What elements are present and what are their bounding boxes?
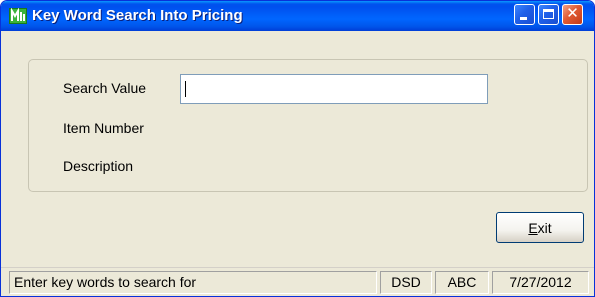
status-user-code: ABC bbox=[435, 271, 489, 294]
description-label: Description bbox=[63, 158, 134, 174]
title-bar[interactable]: Key Word Search Into Pricing ✕ bbox=[1, 1, 594, 31]
close-button[interactable]: ✕ bbox=[562, 4, 583, 25]
search-dialog-window: Key Word Search Into Pricing ✕ Search Va… bbox=[0, 0, 595, 297]
status-date: 7/27/2012 bbox=[492, 271, 589, 294]
minimize-icon bbox=[520, 17, 527, 20]
status-bar: Enter key words to search for DSD ABC 7/… bbox=[1, 267, 594, 296]
status-company-code: DSD bbox=[380, 271, 432, 294]
exit-accelerator-key: E bbox=[528, 219, 538, 236]
close-icon: ✕ bbox=[566, 4, 579, 22]
search-value-input[interactable] bbox=[180, 74, 488, 104]
item-number-label: Item Number bbox=[63, 120, 144, 136]
exit-label-rest: xit bbox=[537, 219, 552, 236]
search-value-label: Search Value bbox=[63, 80, 147, 96]
exit-button[interactable]: Exit bbox=[496, 212, 584, 243]
minimize-button[interactable] bbox=[514, 4, 535, 25]
window-title: Key Word Search Into Pricing bbox=[32, 7, 243, 24]
text-caret bbox=[185, 81, 186, 97]
maximize-button[interactable] bbox=[538, 4, 559, 25]
maximize-icon bbox=[543, 9, 554, 19]
status-message: Enter key words to search for bbox=[9, 271, 377, 294]
accounting-app-icon bbox=[9, 8, 27, 24]
